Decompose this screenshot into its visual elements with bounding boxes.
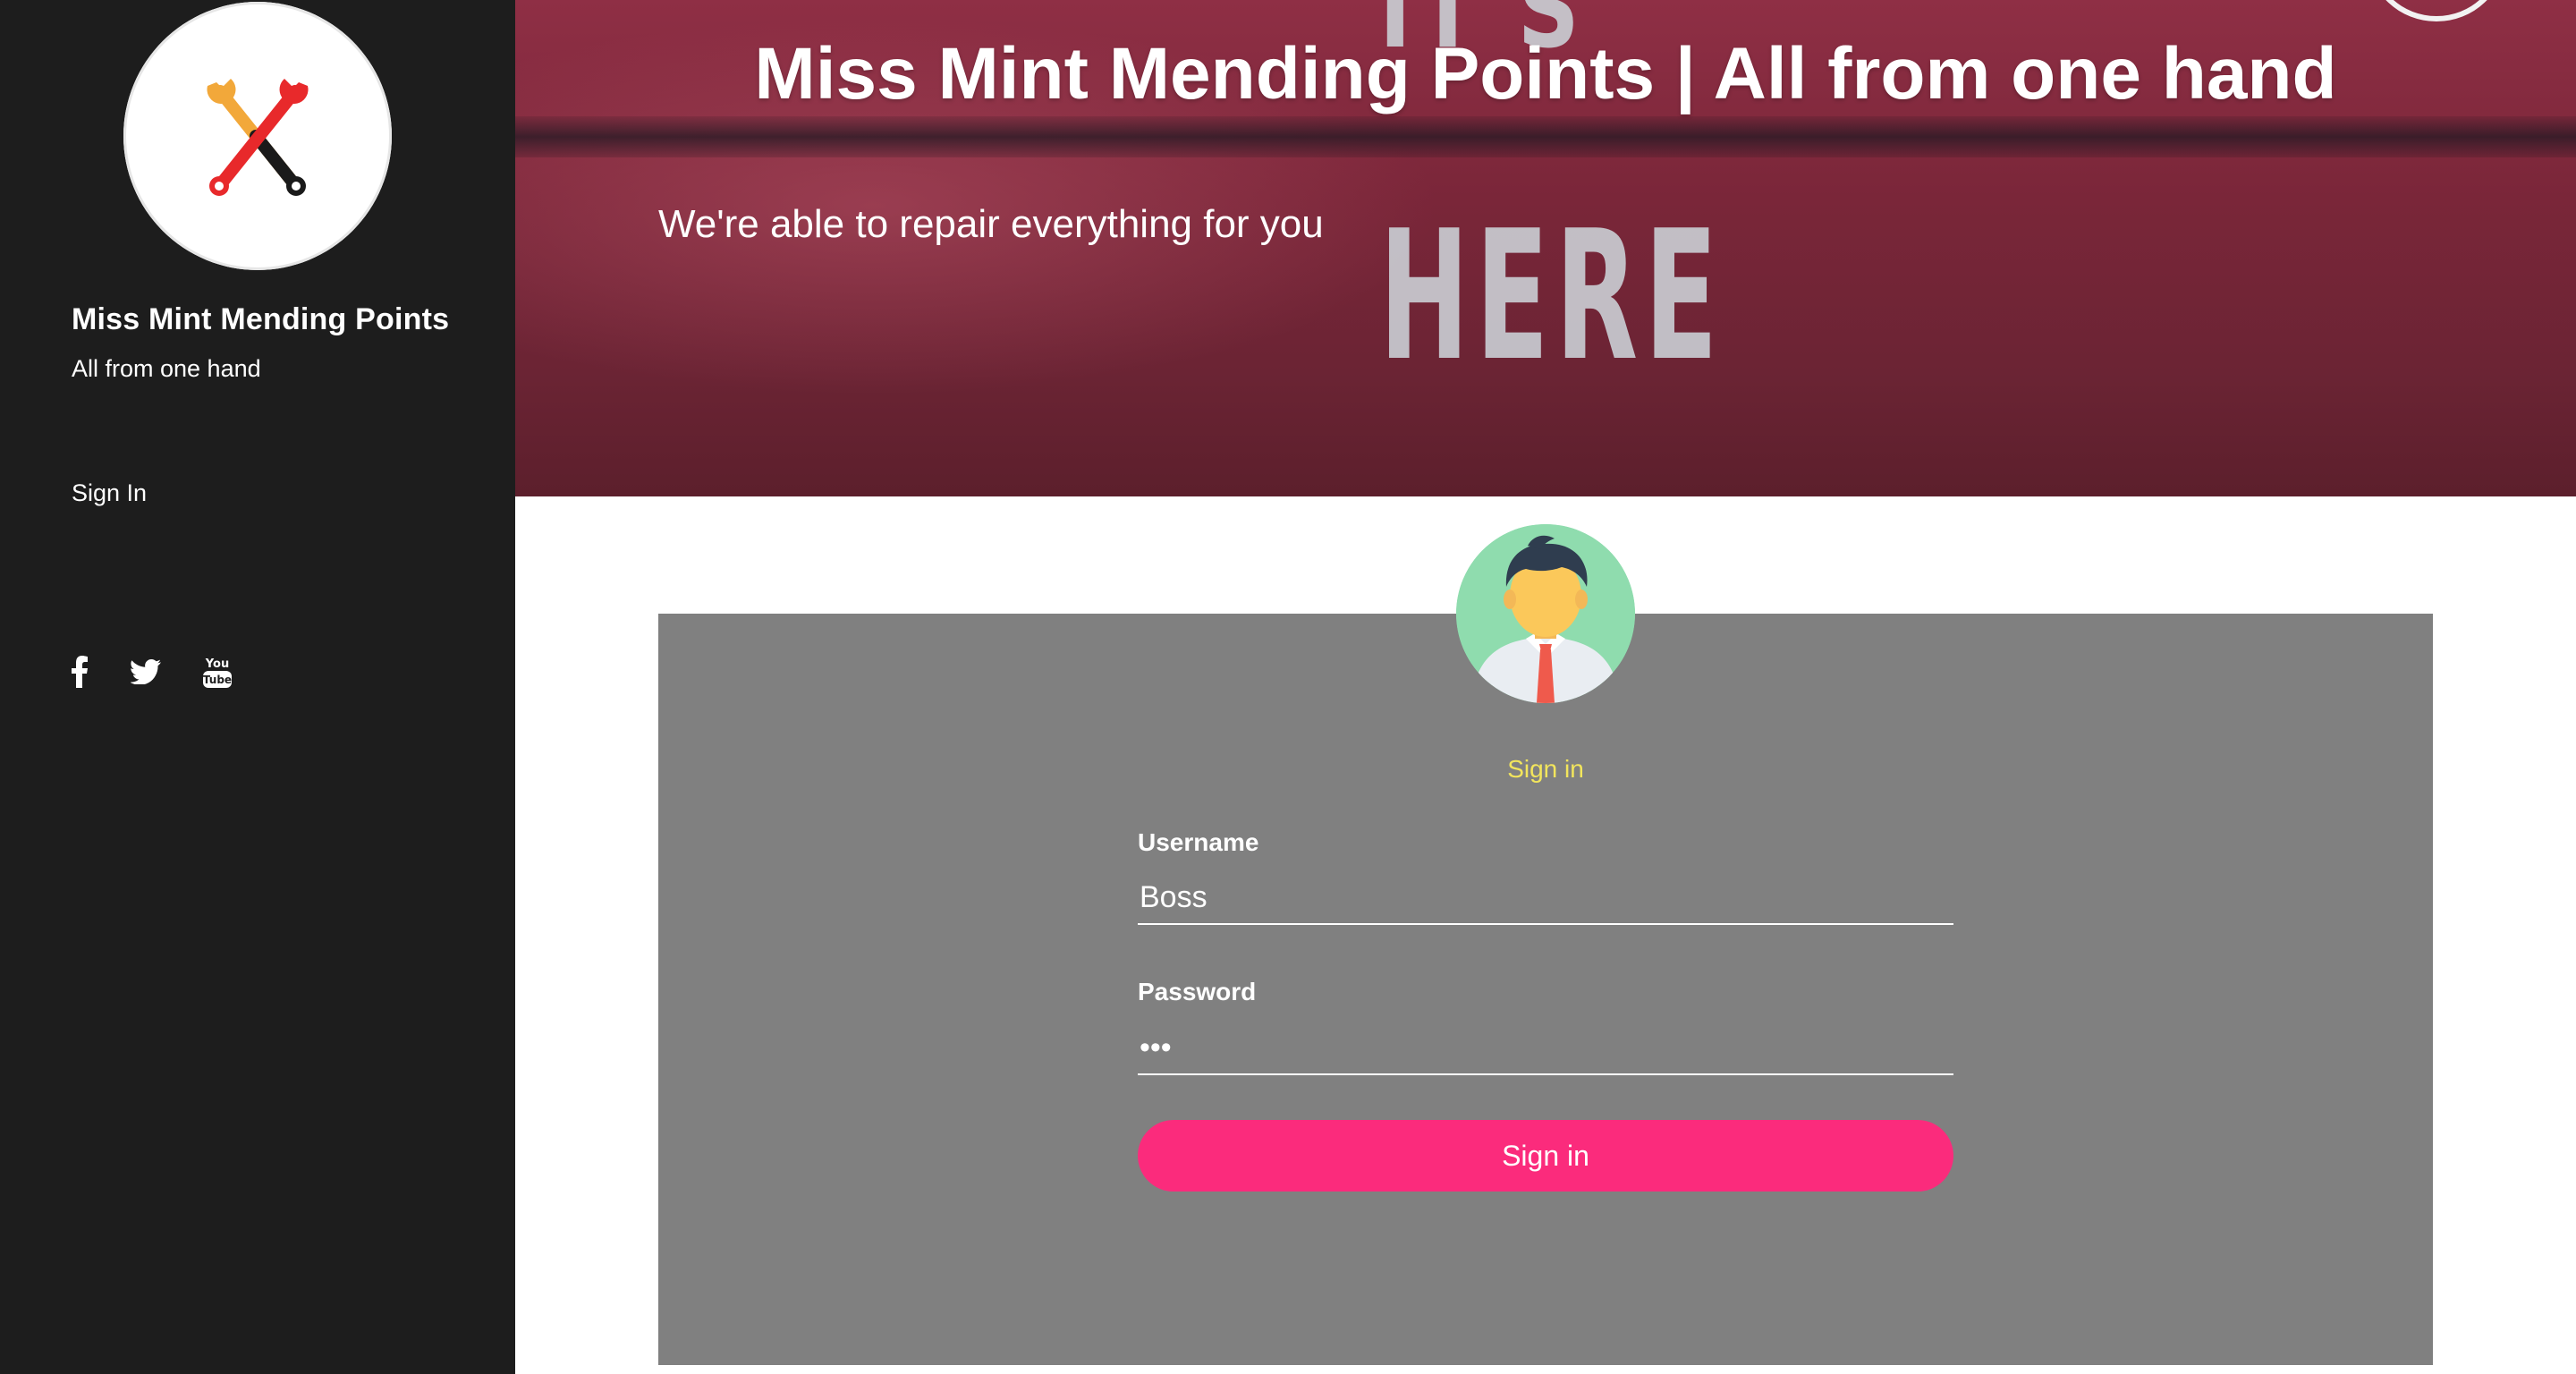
user-avatar-icon [1456, 524, 1635, 703]
youtube-link[interactable]: You Tube [200, 654, 234, 690]
page-subtitle: We're able to repair everything for you [658, 202, 1324, 246]
header-banner: IT'S HERE Miss Mint Mending Points | All… [515, 0, 2576, 496]
site-logo[interactable] [123, 2, 392, 270]
youtube-icon: You Tube [203, 657, 232, 688]
page-title: Miss Mint Mending Points | All from one … [754, 33, 2337, 114]
sign-in-button[interactable]: Sign in [1138, 1120, 1953, 1192]
password-input[interactable] [1138, 1022, 1953, 1075]
facebook-link[interactable] [70, 654, 89, 690]
nav-sign-in-link[interactable]: Sign In [72, 479, 147, 507]
facebook-icon [72, 656, 88, 688]
twitter-link[interactable] [131, 654, 161, 690]
sidebar: Miss Mint Mending Points All from one ha… [0, 0, 515, 1374]
banner-background-stripe [515, 116, 2576, 157]
sign-in-heading: Sign in [1507, 755, 1584, 783]
password-label: Password [1138, 978, 1257, 1005]
username-label: Username [1138, 828, 1259, 856]
username-input[interactable] [1138, 871, 1953, 925]
login-panel [658, 614, 2433, 1365]
crossed-wrenches-icon [207, 79, 309, 196]
svg-text:Tube: Tube [203, 674, 232, 686]
site-tagline: All from one hand [72, 355, 261, 382]
svg-text:You: You [205, 657, 229, 671]
banner-corner-circle [2368, 0, 2504, 21]
twitter-icon [131, 659, 161, 684]
site-title: Miss Mint Mending Points [72, 302, 450, 336]
banner-image-text: HERE [1379, 192, 1724, 401]
